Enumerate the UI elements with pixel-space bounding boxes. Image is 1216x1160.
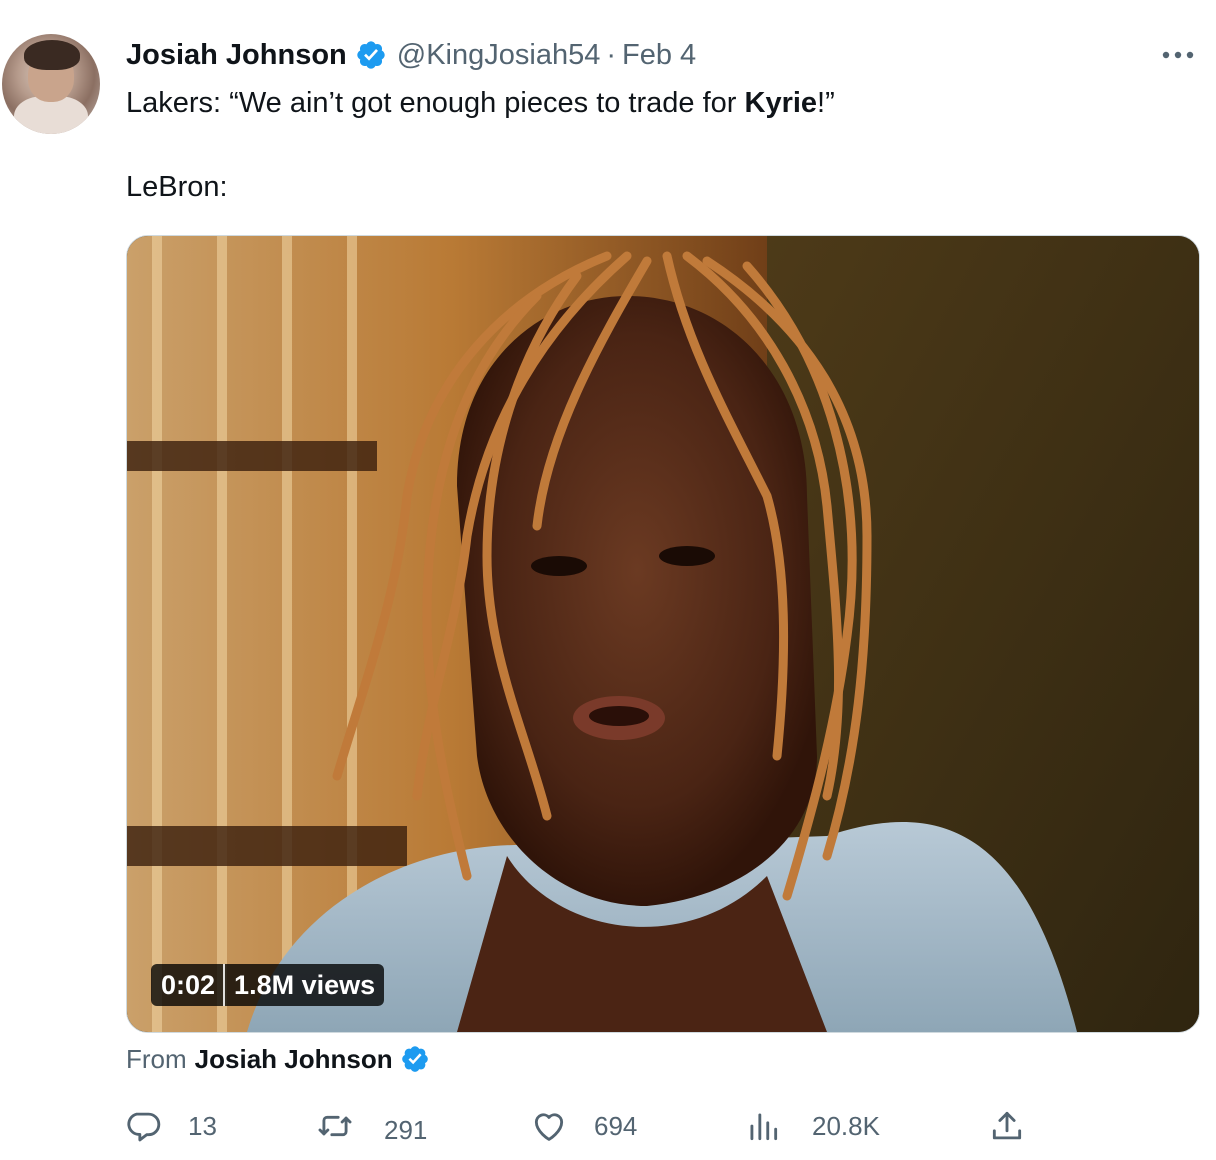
reply-icon [127, 1112, 161, 1142]
analytics-icon [750, 1113, 778, 1141]
more-options-button[interactable] [1158, 40, 1198, 70]
video-player[interactable]: 0:02 1.8M views [126, 235, 1200, 1033]
retweet-button[interactable]: 291 [316, 1100, 427, 1152]
tweet[interactable]: Josiah Johnson @KingJosiah54 · Feb 4 Lak… [0, 0, 1216, 1160]
views-count: 20.8K [812, 1110, 880, 1141]
retweet-count: 291 [384, 1114, 428, 1145]
tweet-text-prefix: Lakers: “We ain’t got enough pieces to t… [126, 87, 745, 119]
tweet-date[interactable]: Feb 4 [622, 39, 696, 72]
like-count: 694 [594, 1110, 638, 1141]
avatar-hair [24, 40, 80, 70]
from-label: From [126, 1043, 187, 1074]
share-icon [992, 1111, 1022, 1140]
verified-badge-icon [355, 39, 387, 71]
from-name[interactable]: Josiah Johnson [195, 1044, 393, 1075]
video-source: From Josiah Johnson [126, 1041, 430, 1077]
header-separator: · [606, 38, 617, 71]
video-frame [127, 236, 1199, 1032]
from-verified-badge-icon [400, 1044, 430, 1074]
like-button[interactable]: 694 [530, 1100, 637, 1152]
tweet-actions: 13 291 694 20.8K [0, 1100, 1216, 1152]
more-horizontal-icon [1162, 51, 1194, 59]
tweet-text-bold: Kyrie [744, 87, 818, 119]
video-time: 0:02 [161, 970, 216, 1000]
share-button[interactable] [988, 1100, 1026, 1152]
reply-button[interactable]: 13 [124, 1100, 217, 1152]
tweet-header: Josiah Johnson @KingJosiah54 · Feb 4 [126, 36, 696, 74]
views-button[interactable]: 20.8K [744, 1100, 880, 1152]
author-handle[interactable]: @KingJosiah54 [397, 39, 601, 72]
heart-icon [534, 1113, 564, 1141]
video-views: 1.8M views [234, 970, 376, 1000]
tweet-text: Lakers: “We ain’t got enough pieces to t… [126, 84, 1186, 206]
author-display-name[interactable]: Josiah Johnson [126, 39, 347, 72]
retweet-icon [318, 1115, 352, 1137]
tweet-text-line-1: Lakers: “We ain’t got enough pieces to t… [126, 84, 1186, 122]
avatar[interactable] [2, 34, 100, 134]
reply-count: 13 [188, 1110, 217, 1141]
tweet-text-line-2: LeBron: [126, 171, 228, 203]
tweet-text-suffix: !” [817, 87, 835, 119]
video-badge: 0:02 1.8M views [151, 964, 385, 1006]
